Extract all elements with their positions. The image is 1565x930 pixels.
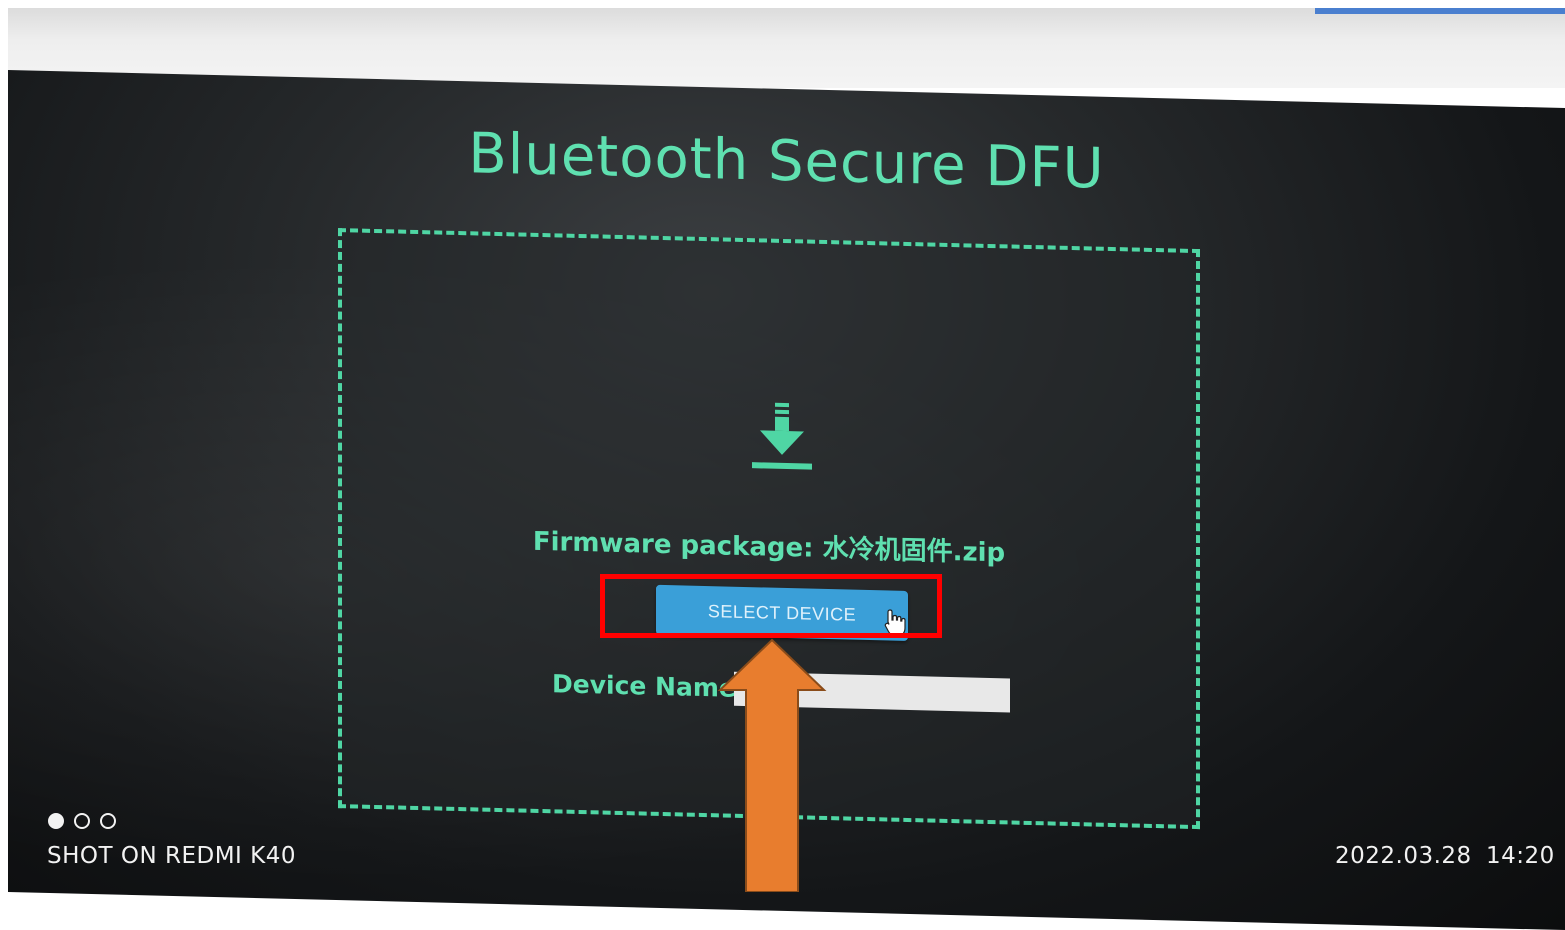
page-dot: [100, 813, 116, 829]
up-arrow-icon: [717, 638, 827, 892]
photo-date: 2022.03.28: [1335, 843, 1472, 869]
photo-time: 14:20: [1486, 843, 1555, 869]
monitor-bezel-accent: [1315, 8, 1565, 14]
page-dot-active: [48, 813, 64, 829]
highlight-rectangle: [600, 574, 942, 638]
firmware-package-text: Firmware package: 水冷机固件.zip: [532, 526, 1006, 569]
page-dot: [74, 813, 90, 829]
photo-page-indicator: [48, 813, 116, 829]
camera-watermark: SHOT ON REDMI K40: [47, 843, 296, 869]
download-icon: [752, 402, 812, 470]
page-title: Bluetooth Secure DFU: [468, 121, 1105, 202]
